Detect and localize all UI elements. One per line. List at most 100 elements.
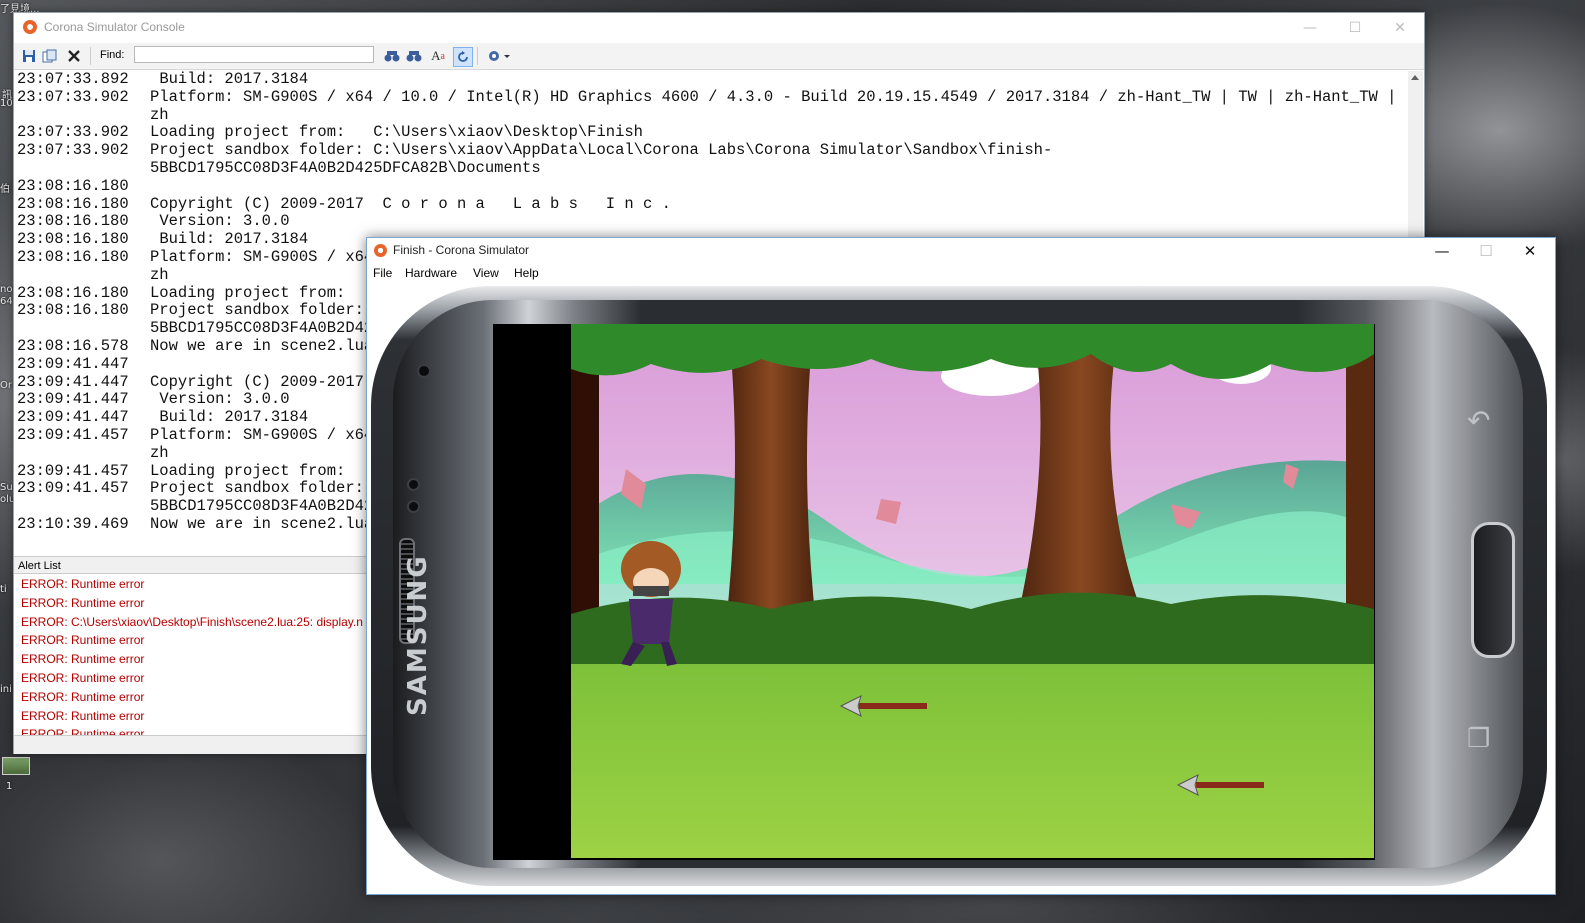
log-timestamp: 23:08:16.180 <box>17 176 129 195</box>
console-toolbar: Find: Aa <box>14 43 1424 70</box>
close-button[interactable]: ✕ <box>1377 13 1423 43</box>
menu-view[interactable]: View <box>473 266 499 280</box>
alert-item[interactable]: ERROR: Runtime error <box>14 594 370 613</box>
desktop-label[interactable]: 64 <box>0 296 13 307</box>
log-timestamp: 23:09:41.457 <box>17 479 129 498</box>
log-timestamp: 23:09:41.447 <box>17 408 129 427</box>
find-prev-icon[interactable] <box>405 47 423 65</box>
tree-trunk <box>726 354 816 624</box>
menu-help[interactable]: Help <box>514 266 539 280</box>
sensor-dot <box>407 500 420 513</box>
desktop-label[interactable]: 10 <box>0 98 13 109</box>
maximize-button[interactable]: ☐ <box>1464 238 1508 264</box>
toolbar-separator <box>90 47 91 65</box>
minimize-button[interactable]: — <box>1287 13 1333 43</box>
desktop-label[interactable]: ini <box>0 684 12 695</box>
find-next-icon[interactable] <box>383 47 401 65</box>
alert-item[interactable]: ERROR: Runtime error <box>14 631 370 650</box>
simulator-window: Finish - Corona Simulator — ☐ ✕ File Har… <box>366 237 1556 895</box>
log-timestamp: 23:09:41.447 <box>17 390 129 409</box>
log-line: 23:08:16.180 Copyright (C) 2009-2017 C o … <box>14 194 1408 214</box>
wrap-icon[interactable] <box>453 47 473 67</box>
console-title: Corona Simulator Console <box>44 20 185 34</box>
log-message: Build: 2017.3184 <box>150 71 309 88</box>
find-label: Find: <box>100 49 125 61</box>
log-timestamp: 23:08:16.578 <box>17 336 129 355</box>
log-timestamp: 23:08:16.180 <box>17 194 129 213</box>
log-message: Copyright (C) 2009-2017 C o r o n a L a … <box>150 194 671 213</box>
minimize-button[interactable]: — <box>1420 238 1464 264</box>
alert-item[interactable]: ERROR: Runtime error <box>14 725 370 735</box>
desktop-label[interactable]: ti <box>0 584 7 595</box>
desktop-thumbnail[interactable] <box>2 757 30 775</box>
log-timestamp: 23:09:41.457 <box>17 425 129 444</box>
menu-file[interactable]: File <box>373 266 392 280</box>
log-line: 23:07:33.902 Project sandbox folder: C:\U… <box>14 141 1408 178</box>
save-icon[interactable] <box>20 47 38 65</box>
simulator-menubar: File Hardware View Help <box>367 264 1555 284</box>
game-canvas[interactable] <box>571 324 1374 858</box>
simulator-titlebar[interactable]: Finish - Corona Simulator — ☐ ✕ <box>367 238 1555 264</box>
log-timestamp: 23:08:16.180 <box>17 283 129 302</box>
menu-hardware[interactable]: Hardware <box>405 266 457 280</box>
clear-icon[interactable] <box>65 47 83 65</box>
log-line: 23:07:33.902 Loading project from: C:\Use… <box>14 124 1408 142</box>
maximize-button[interactable]: ☐ <box>1332 13 1378 43</box>
log-message: Loading project from: C:\Users\xiaov\Des… <box>150 123 643 142</box>
desktop-label[interactable]: Su <box>0 482 13 493</box>
find-input[interactable] <box>134 46 374 63</box>
copy-icon[interactable] <box>41 47 59 65</box>
log-message: Version: 3.0.0 <box>150 212 290 231</box>
alert-item[interactable]: ERROR: C:\Users\xiaov\Desktop\Finish\sce… <box>14 613 370 632</box>
desktop-icon-strip: 了見境... 訊 10 伯 no 64 Orig Su olu ti ini 1 <box>0 0 40 923</box>
console-titlebar[interactable]: Corona Simulator Console — ☐ ✕ <box>14 13 1424 43</box>
settings-icon[interactable] <box>485 47 515 65</box>
front-camera <box>417 364 431 378</box>
match-case-icon[interactable]: Aa <box>429 47 447 65</box>
toolbar-separator <box>477 47 478 65</box>
corona-app-icon <box>23 20 37 34</box>
alert-list[interactable]: ERROR: Runtime error ERROR: Runtime error… <box>14 575 370 735</box>
device-brand: SAMSUNG <box>403 554 433 716</box>
home-button[interactable] <box>1471 522 1515 658</box>
desktop-label[interactable]: 伯 <box>0 180 10 195</box>
log-line: 23:08:16.180 <box>14 176 1408 196</box>
log-timestamp: 23:08:16.180 <box>17 301 129 320</box>
log-message <box>150 178 1400 196</box>
log-timestamp: 23:07:33.902 <box>17 87 129 106</box>
corona-app-icon <box>374 244 387 257</box>
ground <box>571 664 1374 858</box>
back-key-icon[interactable]: ↶ <box>1467 404 1490 437</box>
log-timestamp: 23:08:16.180 <box>17 247 129 266</box>
log-timestamp: 23:07:33.892 <box>17 71 129 88</box>
log-message: Platform: SM-G900S / x64 / 10.0 / Intel(… <box>150 87 1406 124</box>
log-timestamp: 23:07:33.902 <box>17 141 129 160</box>
log-timestamp: 23:08:16.180 <box>17 230 129 249</box>
log-timestamp: 23:09:41.447 <box>17 372 129 391</box>
log-message: Project sandbox folder: C:\Users\xiaov\A… <box>150 141 1053 177</box>
log-timestamp: 23:07:33.902 <box>17 123 129 142</box>
device-viewport: SAMSUNG ↶ ❐ <box>367 284 1555 894</box>
alert-item[interactable]: ERROR: Runtime error <box>14 688 370 707</box>
log-timestamp: 23:08:16.180 <box>17 212 129 231</box>
alert-list-header: Alert List <box>14 556 370 574</box>
log-timestamp: 23:10:39.469 <box>17 514 129 533</box>
log-timestamp: 23:09:41.447 <box>17 354 129 373</box>
game-scene <box>571 324 1374 858</box>
sensor-dot <box>407 478 420 491</box>
alert-item[interactable]: ERROR: Runtime error <box>14 707 370 726</box>
log-timestamp: 23:09:41.457 <box>17 461 129 480</box>
console-statusbar <box>14 735 370 754</box>
recent-apps-key-icon[interactable]: ❐ <box>1467 724 1490 754</box>
log-line: 23:07:33.902 Platform: SM-G900S / x64 / 1… <box>14 87 1408 125</box>
desktop-label[interactable]: no <box>0 284 12 295</box>
log-line: 23:07:33.892 Build: 2017.3184 <box>14 71 1408 89</box>
log-line: 23:08:16.180 Version: 3.0.0 <box>14 213 1408 231</box>
alert-item[interactable]: ERROR: Runtime error <box>14 650 370 669</box>
phone-frame: SAMSUNG ↶ ❐ <box>371 286 1547 886</box>
alert-item[interactable]: ERROR: Runtime error <box>14 669 370 688</box>
close-button[interactable]: ✕ <box>1508 238 1552 264</box>
alert-item[interactable]: ERROR: Runtime error <box>14 575 370 594</box>
scroll-up-icon[interactable] <box>1411 75 1419 80</box>
desktop-label[interactable]: 1 <box>6 781 12 792</box>
